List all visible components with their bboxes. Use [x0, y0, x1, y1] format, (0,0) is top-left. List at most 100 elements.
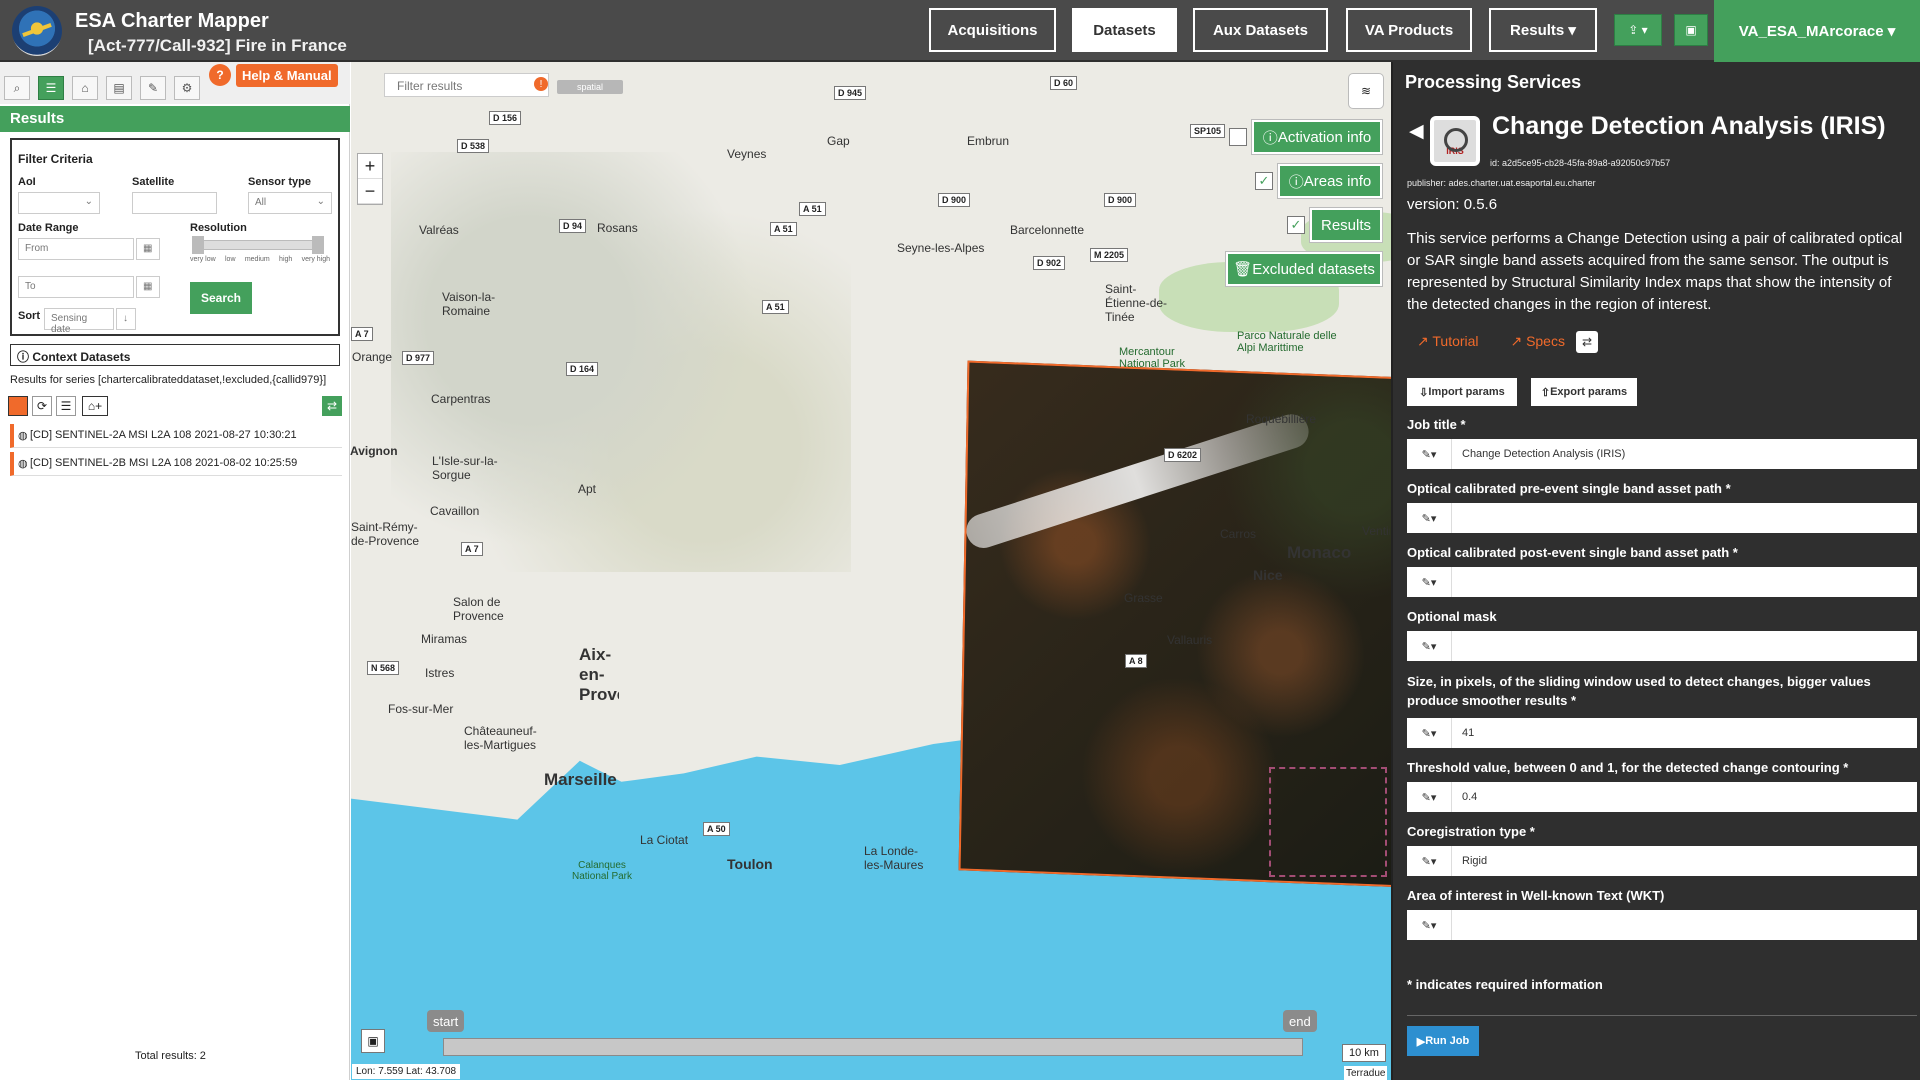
- nav-acquisitions[interactable]: Acquisitions: [929, 8, 1056, 52]
- timeline-start-button[interactable]: start: [427, 1010, 465, 1032]
- nav-aux-datasets[interactable]: Aux Datasets: [1193, 8, 1328, 52]
- sensor-type-value: All: [255, 197, 267, 208]
- run-job-button[interactable]: ▶ Run Job: [1407, 1026, 1479, 1056]
- spatial-filter-badge[interactable]: spatial: [557, 80, 623, 94]
- road-shield: A 51: [799, 202, 826, 216]
- filter-criteria-box: Filter Criteria AoI ⌄ Satellite Sensor t…: [10, 138, 340, 336]
- map-label: Salon de Provence: [453, 595, 504, 623]
- filter-results-input[interactable]: Filter results: [384, 73, 549, 97]
- area-of-interest-box[interactable]: [1269, 767, 1387, 877]
- resolution-very-low: very low: [190, 256, 216, 263]
- iris-service-icon: IRIS: [1430, 116, 1480, 166]
- map-canvas[interactable]: [351, 62, 1391, 1080]
- service-version: version: 0.5.6: [1407, 196, 1498, 213]
- road-shield: A 8: [1125, 654, 1147, 668]
- sensor-type-select[interactable]: All ⌄: [248, 192, 332, 214]
- timeline-end-button[interactable]: end: [1283, 1010, 1317, 1032]
- dataset-item[interactable]: ◍ [CD] SENTINEL-2A MSI L2A 108 2021-08-27…: [10, 424, 342, 448]
- areas-info-button[interactable]: ⓘ Areas info: [1278, 164, 1382, 198]
- sort-select[interactable]: Sensing date: [44, 308, 114, 335]
- aoi-select[interactable]: ⌄: [18, 192, 100, 214]
- nav-va-products[interactable]: VA Products: [1346, 8, 1472, 52]
- map-label: Veynes: [727, 147, 767, 161]
- map-label: Mercantour National Park: [1119, 346, 1186, 370]
- wand-icon[interactable]: ✎▾: [1407, 439, 1452, 469]
- share-icon[interactable]: ⇄: [322, 396, 342, 416]
- wand-icon[interactable]: ✎▾: [1407, 846, 1452, 876]
- wand-icon[interactable]: ✎▾: [1407, 567, 1452, 597]
- resolution-max-handle[interactable]: [312, 236, 324, 254]
- map-label: Avignon: [350, 444, 398, 458]
- zoom-out-button[interactable]: −: [358, 179, 382, 204]
- map-label: Valréas: [419, 223, 459, 237]
- gear-icon[interactable]: ⚙: [174, 76, 200, 100]
- timeline-slider[interactable]: [443, 1038, 1303, 1056]
- share-icon[interactable]: ⇄: [1576, 331, 1598, 353]
- from-date-input[interactable]: From: [18, 238, 134, 260]
- pre-event-field[interactable]: ✎▾: [1407, 503, 1917, 533]
- activation-info-button[interactable]: ⓘ Activation info: [1252, 120, 1382, 154]
- refresh-icon[interactable]: ⟳: [32, 396, 52, 416]
- sort-direction-icon[interactable]: ↓: [116, 308, 136, 330]
- import-params-button[interactable]: ⇩ Import params: [1407, 378, 1517, 406]
- layer-switcher-icon[interactable]: ≋: [1348, 73, 1384, 109]
- list-view-icon[interactable]: ☰: [56, 396, 76, 416]
- satellite-input[interactable]: [132, 192, 217, 214]
- activation-info-checkbox[interactable]: [1229, 128, 1247, 146]
- wand-icon[interactable]: ✎▾: [1407, 910, 1452, 940]
- results-layer-button[interactable]: Results: [1310, 208, 1382, 242]
- export-params-button[interactable]: ⇧ Export params: [1531, 378, 1637, 406]
- map-label: Monaco: [1287, 543, 1352, 562]
- to-date-input[interactable]: To: [18, 276, 134, 298]
- select-all-checkbox[interactable]: [8, 396, 28, 416]
- search-button[interactable]: Search: [190, 282, 252, 314]
- specs-link[interactable]: ↗ Specs: [1510, 333, 1565, 349]
- post-event-field[interactable]: ✎▾: [1407, 567, 1917, 597]
- window-size-field[interactable]: ✎▾ 41: [1407, 718, 1917, 748]
- nav-datasets[interactable]: Datasets: [1072, 8, 1177, 52]
- globe-icon: ◍: [18, 458, 28, 470]
- nav-results[interactable]: Results ▾: [1489, 8, 1597, 52]
- wand-icon[interactable]: ✎▾: [1407, 631, 1452, 661]
- road-shield: D 977: [402, 351, 435, 365]
- threshold-field[interactable]: ✎▾ 0.4: [1407, 782, 1917, 812]
- basket-icon[interactable]: ⌂: [72, 76, 98, 100]
- resolution-min-handle[interactable]: [192, 236, 204, 254]
- wkt-field[interactable]: ✎▾: [1407, 910, 1917, 940]
- tutorial-link[interactable]: ↗ Tutorial: [1417, 333, 1479, 349]
- calendar-icon[interactable]: ▦: [136, 276, 160, 298]
- road-shield: A 7: [351, 327, 373, 341]
- job-title-field[interactable]: ✎▾ Change Detection Analysis (IRIS): [1407, 439, 1917, 469]
- help-manual-button[interactable]: Help & Manual: [236, 64, 338, 87]
- pencil-icon[interactable]: ✎: [140, 76, 166, 100]
- areas-info-checkbox[interactable]: ✓: [1255, 172, 1273, 190]
- left-toolbar: ⌕ ☰ ⌂ ▤ ✎ ⚙ ? Help & Manual: [0, 62, 350, 104]
- field-label: Size, in pixels, of the sliding window u…: [1407, 674, 1871, 708]
- coregistration-field[interactable]: ✎▾ Rigid: [1407, 846, 1917, 876]
- briefcase-icon[interactable]: ▣: [1674, 14, 1708, 46]
- wand-icon[interactable]: ✎▾: [1407, 718, 1452, 748]
- help-question-icon[interactable]: ?: [209, 64, 231, 86]
- road-shield: M 2205: [1090, 248, 1129, 262]
- archive-icon[interactable]: ▤: [106, 76, 132, 100]
- search-icon[interactable]: ⌕: [4, 76, 30, 100]
- excluded-datasets-button[interactable]: 🗑 Excluded datasets: [1226, 252, 1382, 286]
- dataset-item[interactable]: ◍ [CD] SENTINEL-2B MSI L2A 108 2021-08-02…: [10, 452, 342, 476]
- list-icon[interactable]: ☰: [38, 76, 64, 100]
- to-placeholder: To: [25, 281, 36, 292]
- timeline-toggle-icon[interactable]: ▣: [361, 1029, 385, 1053]
- results-layer-checkbox[interactable]: ✓: [1287, 216, 1305, 234]
- basket-add-icon[interactable]: ⌂+: [82, 396, 108, 416]
- resolution-slider[interactable]: [192, 240, 324, 250]
- back-arrow-icon[interactable]: ◀: [1409, 120, 1424, 143]
- zoom-control: + −: [357, 153, 383, 205]
- upload-menu-icon[interactable]: ⇪ ▾: [1614, 14, 1662, 46]
- field-label: Threshold value, between 0 and 1, for th…: [1407, 760, 1849, 775]
- optional-mask-field[interactable]: ✎▾: [1407, 631, 1917, 661]
- wand-icon[interactable]: ✎▾: [1407, 503, 1452, 533]
- aoi-label: AoI: [18, 176, 36, 188]
- wand-icon[interactable]: ✎▾: [1407, 782, 1452, 812]
- user-menu[interactable]: VA_ESA_MArcorace ▾: [1714, 0, 1920, 62]
- zoom-in-button[interactable]: +: [358, 154, 382, 179]
- calendar-icon[interactable]: ▦: [136, 238, 160, 260]
